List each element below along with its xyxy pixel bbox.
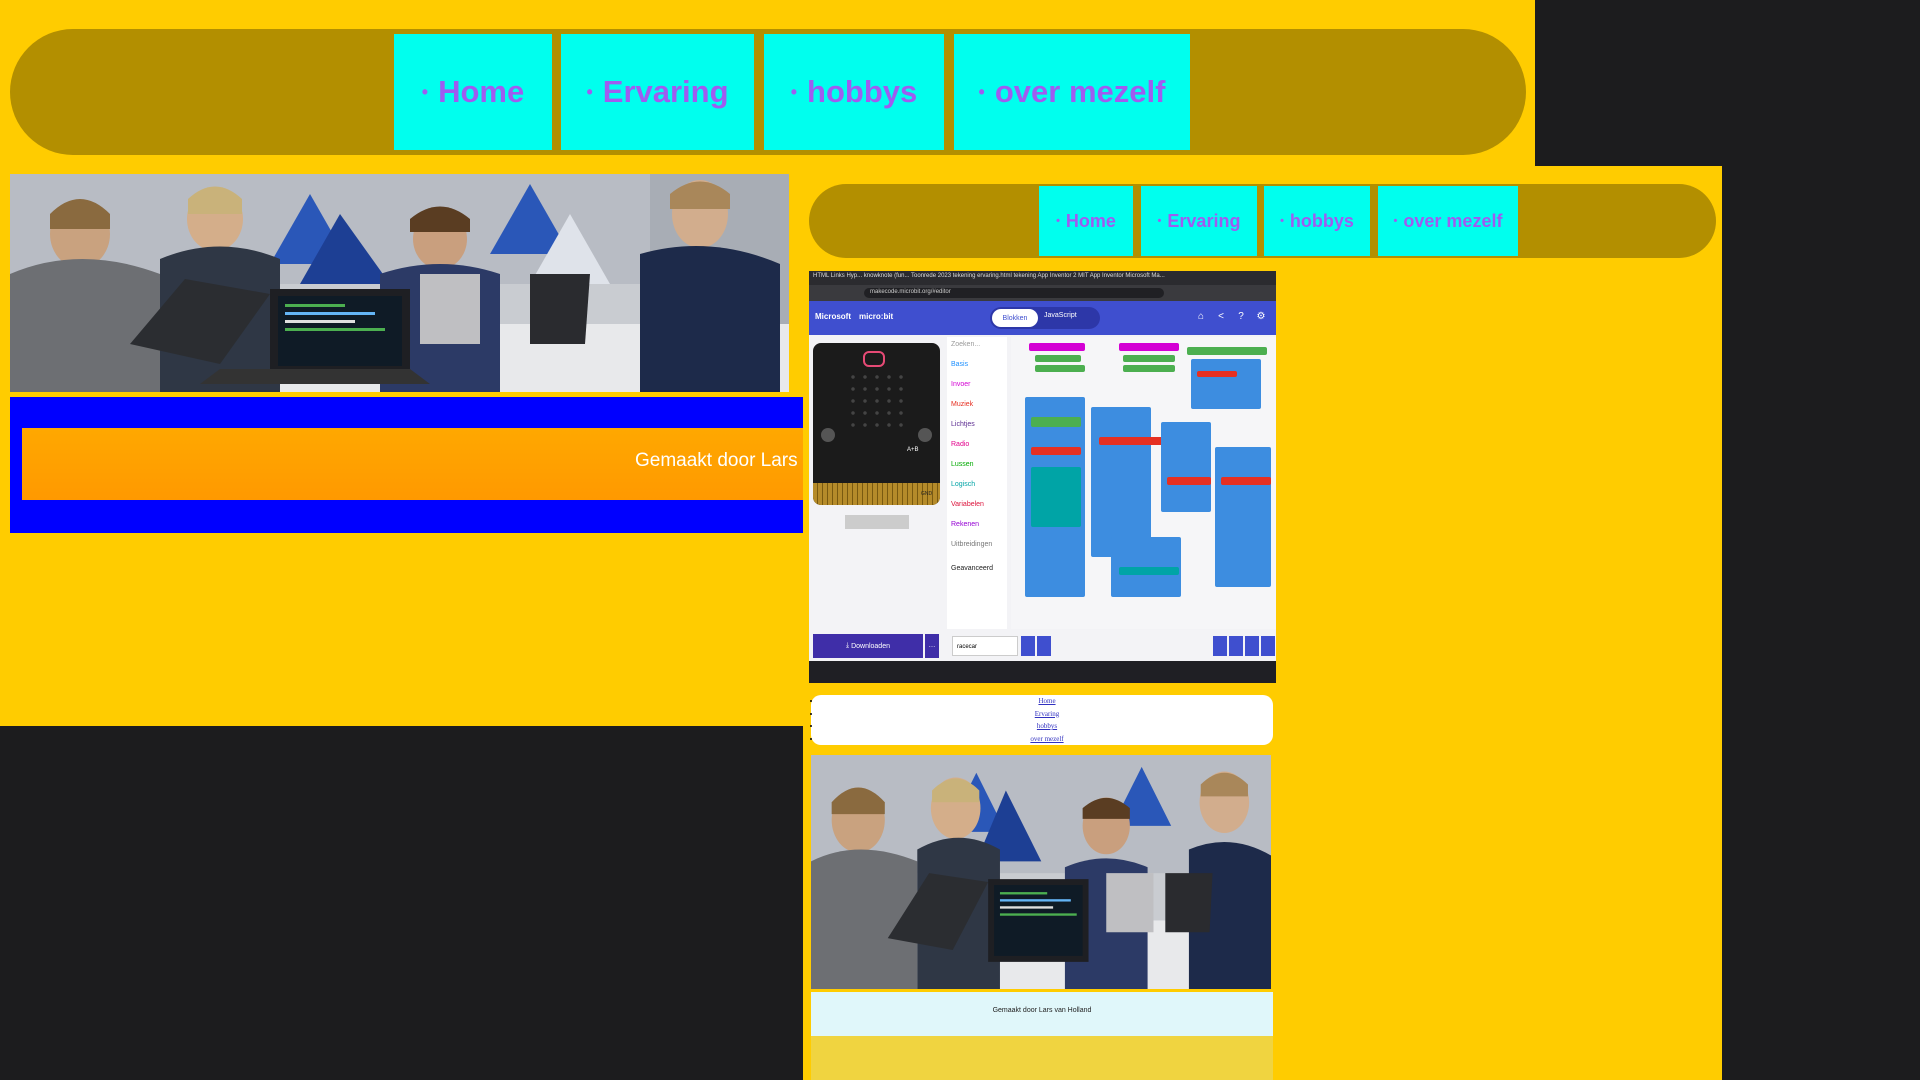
list-item: Home — [821, 695, 1273, 708]
nested-page: • Home • Ervaring • hobbys • over mezelf HTM… — [803, 166, 1722, 1080]
button-a — [821, 428, 835, 442]
nav-list: Home Ervaring hobbys over mezelf — [811, 695, 1273, 745]
microbit-simulator: A+B GND — [813, 343, 940, 505]
link-over-mezelf[interactable]: over mezelf — [1030, 735, 1063, 743]
toolbox: Zoeken... Basis Invoer Muziek Lichtjes R… — [947, 337, 1007, 629]
nested-nav-item-hobbys[interactable]: • hobbys — [1264, 186, 1370, 256]
zoom-out-icon — [1245, 636, 1259, 656]
led-matrix — [847, 371, 907, 431]
nested-nav-item-home[interactable]: • Home — [1039, 186, 1133, 256]
nav-item-home[interactable]: • Home — [394, 34, 552, 150]
nested-nav-item-over-mezelf[interactable]: • over mezelf — [1378, 186, 1518, 256]
nav-item-hobbys[interactable]: • hobbys — [764, 34, 944, 150]
unstyled-nav: Home Ervaring hobbys over mezelf — [811, 695, 1273, 745]
nested-footer: Gemaakt door Lars van Holland — [811, 992, 1273, 1036]
windows-taskbar — [809, 661, 1276, 683]
tab-javascript: JavaScript — [1044, 312, 1077, 319]
save-icon — [1021, 636, 1035, 656]
main-nav: • Home • Ervaring • hobbys • over mezelf — [10, 29, 1526, 155]
makecode-bottom-bar: ⤓ Downloaden … racecar — [809, 629, 1276, 661]
nested-page-bottom — [811, 1036, 1273, 1080]
microbit-face-icon — [863, 351, 885, 367]
link-hobbys[interactable]: hobbys — [1037, 722, 1057, 730]
link-ervaring[interactable]: Ervaring — [1035, 710, 1060, 718]
list-item: hobbys — [821, 720, 1273, 733]
settings-icon: ⚙ — [1256, 311, 1266, 322]
nested-footer-text: Gemaakt door Lars van Holland — [992, 1007, 1092, 1014]
nav-item-over-mezelf[interactable]: • over mezelf — [954, 34, 1190, 150]
home-icon: ⌂ — [1197, 311, 1205, 322]
project-name-field: racecar — [952, 636, 1018, 656]
list-item: Ervaring — [821, 708, 1273, 721]
undo-icon — [1213, 636, 1227, 656]
nested-hero-photo — [811, 755, 1271, 989]
tab-blokken: Blokken — [992, 309, 1038, 327]
download-button: ⤓ Downloaden — [813, 634, 923, 658]
hero-photo — [10, 174, 789, 392]
browser-address-bar: makecode.microbit.org/#editor — [809, 285, 1276, 301]
link-home[interactable]: Home — [1038, 697, 1055, 705]
list-item: over mezelf — [821, 733, 1273, 746]
nested-nav-item-ervaring[interactable]: • Ervaring — [1141, 186, 1257, 256]
footer-inner: Gemaakt door Lars v — [22, 428, 803, 500]
nav-item-ervaring[interactable]: • Ervaring — [561, 34, 754, 150]
browser-tab-strip: HTML Links Hyp... knowknote (fun... Toon… — [809, 271, 1276, 285]
microsoft-logo: Microsoft — [815, 312, 851, 321]
microbit-logo: micro:bit — [859, 312, 894, 321]
makecode-screenshot: HTML Links Hyp... knowknote (fun... Toon… — [809, 271, 1276, 683]
help-icon: ? — [1238, 311, 1244, 322]
simulator-controls — [845, 515, 909, 529]
share-icon: < — [1218, 311, 1224, 322]
footer-outer: Gemaakt door Lars v — [10, 397, 803, 533]
button-b — [918, 428, 932, 442]
github-icon — [1037, 636, 1051, 656]
nested-nav: • Home • Ervaring • hobbys • over mezelf — [809, 184, 1716, 258]
zoom-in-icon — [1261, 636, 1275, 656]
footer-text: Gemaakt door Lars v — [635, 450, 803, 471]
url-field: makecode.microbit.org/#editor — [864, 288, 1164, 298]
blocks-workspace — [1011, 337, 1276, 629]
editor-mode-toggle: Blokken JavaScript — [990, 307, 1100, 329]
redo-icon — [1229, 636, 1243, 656]
more-icon: … — [925, 634, 939, 658]
makecode-header: Microsoft micro:bit Blokken JavaScript ⌂… — [809, 301, 1276, 335]
